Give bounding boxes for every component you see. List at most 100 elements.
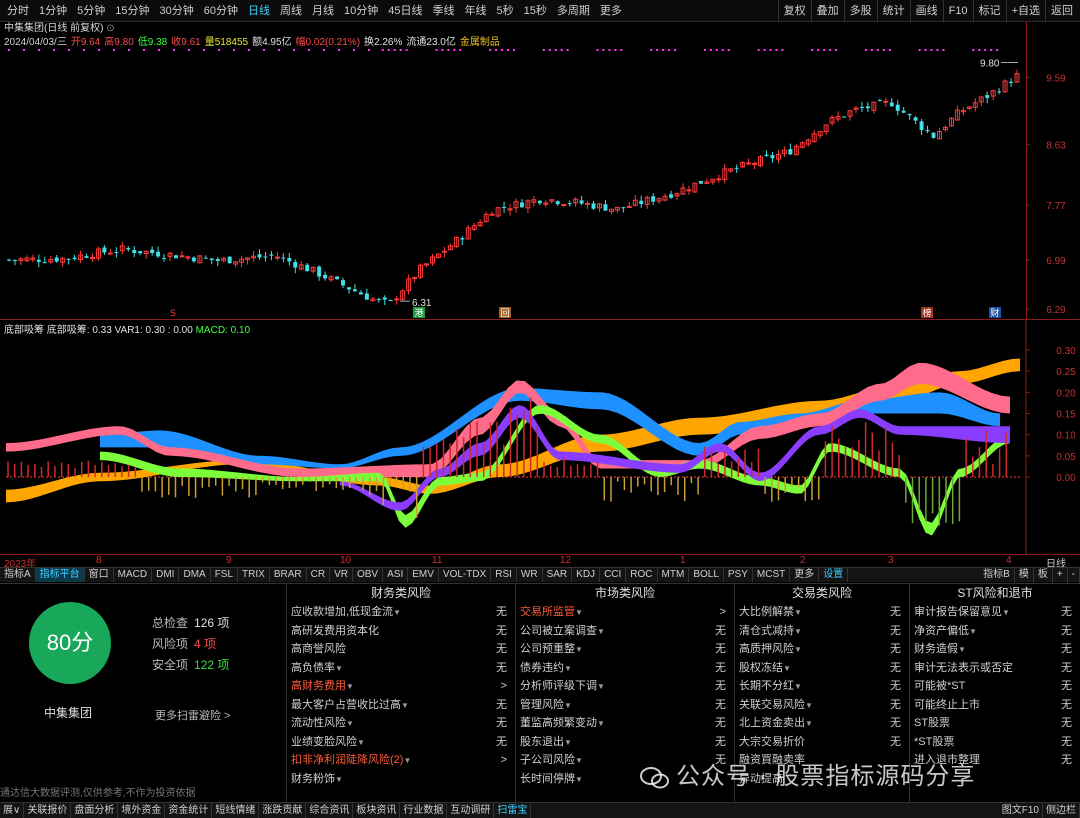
sector-value[interactable]: 金属制品 — [460, 37, 500, 48]
risk-item[interactable]: 高财务费用▼ > — [287, 677, 515, 696]
risk-item[interactable]: 分析师评级下调▼ 无 — [516, 677, 734, 696]
risk-item[interactable]: 高负债率▼ 无 — [287, 659, 515, 678]
risk-item[interactable]: 财务粉饰▼ — [287, 770, 515, 789]
risk-item[interactable]: 高研发费用资本化 无 — [287, 622, 515, 641]
indicator-tab[interactable]: RSI — [491, 568, 517, 582]
period-tab[interactable]: 多周期 — [552, 0, 595, 22]
period-tab[interactable]: 5分钟 — [72, 0, 110, 22]
indicator-tab[interactable]: DMI — [152, 568, 180, 582]
indicator-tab[interactable]: EMV — [408, 568, 439, 582]
period-tab[interactable]: 分时 — [2, 0, 34, 22]
bottom-tab[interactable]: 互动调研 — [447, 803, 495, 818]
toolbar-button[interactable]: 统计 — [876, 0, 910, 22]
risk-item[interactable]: 大宗交易折价 无 — [735, 733, 909, 752]
indicator-tab[interactable]: PSY — [724, 568, 753, 582]
risk-item[interactable]: 管理风险▼ 无 — [516, 696, 734, 715]
indicator-tab[interactable]: CR — [307, 568, 331, 582]
period-tab[interactable]: 15分钟 — [110, 0, 154, 22]
risk-item[interactable]: 债券违约▼ 无 — [516, 659, 734, 678]
bottom-tab[interactable]: 盘面分析 — [71, 803, 119, 818]
indicator-tab[interactable]: 窗口 — [85, 568, 114, 582]
risk-item[interactable]: *ST股票 无 — [910, 733, 1080, 752]
indicator-tab[interactable]: BRAR — [270, 568, 307, 582]
indicator-tab-right[interactable]: 模 — [1015, 568, 1034, 583]
indicator-tab[interactable]: DMA — [179, 568, 211, 582]
risk-item[interactable]: 审计无法表示或否定 无 — [910, 659, 1080, 678]
risk-item[interactable]: 应收款增加,低现金流▼ 无 — [287, 603, 515, 622]
period-tab[interactable]: 更多 — [595, 0, 627, 22]
period-tab[interactable]: 30分钟 — [155, 0, 199, 22]
indicator-tab[interactable]: MTM — [658, 568, 690, 582]
bottom-tab[interactable]: 展∨ — [0, 803, 25, 818]
indicator-tab[interactable]: TRIX — [238, 568, 270, 582]
risk-item[interactable]: 交易所监管▼ > — [516, 603, 734, 622]
indicator-tab[interactable]: BOLL — [689, 568, 724, 582]
period-tab[interactable]: 季线 — [428, 0, 460, 22]
risk-item[interactable]: 股东退出▼ 无 — [516, 733, 734, 752]
bottom-tab[interactable]: 板块资讯 — [353, 803, 401, 818]
risk-item[interactable]: 财务造假▼ 无 — [910, 640, 1080, 659]
toolbar-button[interactable]: F10 — [942, 0, 973, 22]
risk-item[interactable]: 审计报告保留意见▼ 无 — [910, 603, 1080, 622]
bottom-tab[interactable]: 资金统计 — [165, 803, 213, 818]
bottom-tab[interactable]: 关联报价 — [24, 803, 72, 818]
risk-item[interactable]: 最大客户占营收比过高▼ 无 — [287, 696, 515, 715]
risk-item[interactable]: 公司预重整▼ 无 — [516, 640, 734, 659]
period-tab[interactable]: 1分钟 — [34, 0, 72, 22]
risk-item[interactable]: 流动性风险▼ 无 — [287, 714, 515, 733]
toolbar-button[interactable]: 复权 — [777, 0, 811, 22]
bottom-tab-right[interactable]: 图文F10 — [999, 803, 1043, 818]
period-tab[interactable]: 5秒 — [492, 0, 519, 22]
price-chart[interactable]: 9.598.637.776.996.299.806.31S 港回榜财 — [0, 22, 1080, 319]
indicator-tab[interactable]: 指标A — [0, 568, 36, 582]
indicator-tab-right[interactable]: + — [1053, 568, 1068, 583]
risk-item[interactable]: 董监高频繁变动▼ 无 — [516, 714, 734, 733]
bottom-tab[interactable]: 境外资金 — [118, 803, 166, 818]
chevron-circle-icon[interactable]: ⊙ — [106, 23, 114, 34]
more-scan-link[interactable]: 更多扫雷避险 > — [155, 707, 230, 723]
indicator-tab[interactable]: 指标平台 — [35, 568, 85, 582]
indicator-tab[interactable]: SAR — [543, 568, 573, 582]
risk-item[interactable]: 扣非净利润陡降风险(2)▼ > — [287, 751, 515, 770]
risk-item[interactable]: 长期不分红▼ 无 — [735, 677, 909, 696]
indicator-tab[interactable]: ROC — [626, 568, 658, 582]
indicator-tab-right[interactable]: - — [1068, 568, 1080, 583]
risk-item[interactable]: 公司被立案调查▼ 无 — [516, 622, 734, 641]
period-tab[interactable]: 60分钟 — [199, 0, 243, 22]
risk-item[interactable]: 关联交易风险▼ 无 — [735, 696, 909, 715]
risk-item[interactable]: 高质押风险▼ 无 — [735, 640, 909, 659]
indicator-panel[interactable]: 0.30 0.25 0.20 0.15 0.10 0.05 0.00 底部吸筹 底部吸筹: … — [0, 319, 1080, 555]
period-tab[interactable]: 日线 — [243, 0, 275, 22]
bottom-tab-right[interactable]: 侧边栏 — [1043, 803, 1080, 818]
indicator-tab[interactable]: 更多 — [790, 568, 820, 582]
indicator-tab[interactable]: WR — [517, 568, 543, 582]
indicator-tab[interactable]: CCI — [600, 568, 627, 582]
toolbar-button[interactable]: 多股 — [843, 0, 877, 22]
price-chart-panel[interactable]: 9.59 8.63 7.77 6.99 6.29 9.80 6.31 S 港回榜财 中集集团(日… — [0, 22, 1080, 319]
indicator-tab[interactable]: VR — [330, 568, 353, 582]
indicator-name[interactable]: 底部吸筹 — [4, 325, 44, 336]
indicator-tab-right[interactable]: 指标B — [979, 568, 1015, 583]
risk-item[interactable]: 净资产偏低▼ 无 — [910, 622, 1080, 641]
indicator-tab[interactable]: KDJ — [572, 568, 601, 582]
bottom-tab[interactable]: 短线情绪 — [212, 803, 260, 818]
indicator-tab[interactable]: OBV — [353, 568, 384, 582]
indicator-chart[interactable]: 0.30 0.25 0.20 0.15 0.10 0.05 0.00 — [0, 320, 1080, 555]
toolbar-button[interactable]: 画线 — [909, 0, 943, 22]
risk-item[interactable]: ST股票 无 — [910, 714, 1080, 733]
risk-item[interactable]: 大比例解禁▼ 无 — [735, 603, 909, 622]
period-tab[interactable]: 15秒 — [519, 0, 552, 22]
indicator-tab[interactable]: MCST — [753, 568, 791, 582]
risk-item[interactable]: 北上资金卖出▼ 无 — [735, 714, 909, 733]
risk-item[interactable]: 股权冻结▼ 无 — [735, 659, 909, 678]
risk-item[interactable]: 高商誉风险 无 — [287, 640, 515, 659]
indicator-tab[interactable]: MACD — [114, 568, 153, 582]
toolbar-button[interactable]: +自选 — [1005, 0, 1045, 22]
bottom-tab[interactable]: 行业数据 — [400, 803, 448, 818]
risk-item[interactable]: 业绩变脸风险▼ 无 — [287, 733, 515, 752]
indicator-tab[interactable]: 设置 — [819, 568, 849, 582]
risk-item[interactable]: 可能终止上市 无 — [910, 696, 1080, 715]
bottom-tab[interactable]: 综合资讯 — [306, 803, 354, 818]
indicator-tab-right[interactable]: 板 — [1034, 568, 1053, 583]
bottom-tab[interactable]: 涨跌贡献 — [259, 803, 307, 818]
